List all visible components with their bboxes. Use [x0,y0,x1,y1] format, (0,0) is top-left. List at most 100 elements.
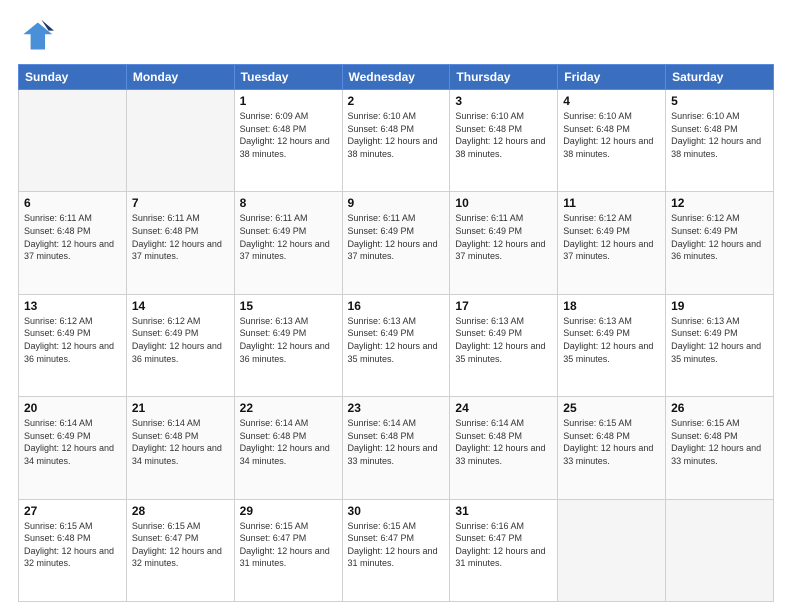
header-cell-sunday: Sunday [19,65,127,90]
day-cell: 21 Sunrise: 6:14 AM Sunset: 6:48 PM Dayli… [126,397,234,499]
day-number: 13 [24,299,121,313]
day-info: Sunrise: 6:15 AM Sunset: 6:48 PM Dayligh… [563,417,660,467]
day-number: 4 [563,94,660,108]
day-cell: 4 Sunrise: 6:10 AM Sunset: 6:48 PM Daylig… [558,90,666,192]
day-info: Sunrise: 6:12 AM Sunset: 6:49 PM Dayligh… [24,315,121,365]
day-cell: 16Sunrise: 6:13 AM Sunset: 6:49 PM Dayli… [342,294,450,396]
day-info: Sunrise: 6:10 AM Sunset: 6:48 PM Dayligh… [563,110,660,160]
day-info: Sunrise: 6:14 AM Sunset: 6:49 PM Dayligh… [24,417,121,467]
day-info: Sunrise: 6:10 AM Sunset: 6:48 PM Dayligh… [455,110,552,160]
day-cell: 23Sunrise: 6:14 AM Sunset: 6:48 PM Dayli… [342,397,450,499]
day-cell: 13 Sunrise: 6:12 AM Sunset: 6:49 PM Dayli… [19,294,127,396]
day-cell: 31Sunrise: 6:16 AM Sunset: 6:47 PM Dayli… [450,499,558,601]
day-info: Sunrise: 6:14 AM Sunset: 6:48 PM Dayligh… [240,417,337,467]
day-info: Sunrise: 6:14 AM Sunset: 6:48 PM Dayligh… [348,417,445,467]
day-number: 29 [240,504,337,518]
day-number: 19 [671,299,768,313]
day-cell: 18 Sunrise: 6:13 AM Sunset: 6:49 PM Dayli… [558,294,666,396]
day-cell: 7 Sunrise: 6:11 AM Sunset: 6:48 PM Daylig… [126,192,234,294]
day-info: Sunrise: 6:14 AM Sunset: 6:48 PM Dayligh… [132,417,229,467]
day-info: Sunrise: 6:13 AM Sunset: 6:49 PM Dayligh… [240,315,337,365]
day-number: 24 [455,401,552,415]
day-number: 22 [240,401,337,415]
day-number: 14 [132,299,229,313]
calendar-header: SundayMondayTuesdayWednesdayThursdayFrid… [19,65,774,90]
day-info: Sunrise: 6:10 AM Sunset: 6:48 PM Dayligh… [348,110,445,160]
day-info: Sunrise: 6:10 AM Sunset: 6:48 PM Dayligh… [671,110,768,160]
day-cell: 1 Sunrise: 6:09 AM Sunset: 6:48 PM Daylig… [234,90,342,192]
day-number: 12 [671,196,768,210]
day-number: 30 [348,504,445,518]
day-number: 28 [132,504,229,518]
day-cell [666,499,774,601]
day-cell: 9Sunrise: 6:11 AM Sunset: 6:49 PM Daylig… [342,192,450,294]
day-cell: 5 Sunrise: 6:10 AM Sunset: 6:48 PM Daylig… [666,90,774,192]
day-number: 10 [455,196,552,210]
day-number: 18 [563,299,660,313]
day-info: Sunrise: 6:09 AM Sunset: 6:48 PM Dayligh… [240,110,337,160]
day-cell: 25Sunrise: 6:15 AM Sunset: 6:48 PM Dayli… [558,397,666,499]
day-number: 5 [671,94,768,108]
header-cell-wednesday: Wednesday [342,65,450,90]
day-cell: 29 Sunrise: 6:15 AM Sunset: 6:47 PM Dayli… [234,499,342,601]
page: SundayMondayTuesdayWednesdayThursdayFrid… [0,0,792,612]
day-info: Sunrise: 6:14 AM Sunset: 6:48 PM Dayligh… [455,417,552,467]
day-info: Sunrise: 6:11 AM Sunset: 6:48 PM Dayligh… [24,212,121,262]
day-number: 2 [348,94,445,108]
day-info: Sunrise: 6:15 AM Sunset: 6:47 PM Dayligh… [132,520,229,570]
day-info: Sunrise: 6:12 AM Sunset: 6:49 PM Dayligh… [671,212,768,262]
header [18,18,774,54]
day-cell [126,90,234,192]
day-info: Sunrise: 6:11 AM Sunset: 6:48 PM Dayligh… [132,212,229,262]
day-info: Sunrise: 6:13 AM Sunset: 6:49 PM Dayligh… [563,315,660,365]
day-info: Sunrise: 6:13 AM Sunset: 6:49 PM Dayligh… [348,315,445,365]
day-cell: 30 Sunrise: 6:15 AM Sunset: 6:47 PM Dayli… [342,499,450,601]
day-info: Sunrise: 6:15 AM Sunset: 6:47 PM Dayligh… [240,520,337,570]
day-cell: 20 Sunrise: 6:14 AM Sunset: 6:49 PM Dayli… [19,397,127,499]
header-row: SundayMondayTuesdayWednesdayThursdayFrid… [19,65,774,90]
day-cell: 27 Sunrise: 6:15 AM Sunset: 6:48 PM Dayli… [19,499,127,601]
day-number: 7 [132,196,229,210]
day-cell: 15 Sunrise: 6:13 AM Sunset: 6:49 PM Dayli… [234,294,342,396]
day-number: 21 [132,401,229,415]
day-number: 8 [240,196,337,210]
calendar-table: SundayMondayTuesdayWednesdayThursdayFrid… [18,64,774,602]
day-info: Sunrise: 6:13 AM Sunset: 6:49 PM Dayligh… [455,315,552,365]
day-info: Sunrise: 6:11 AM Sunset: 6:49 PM Dayligh… [348,212,445,262]
day-cell: 8 Sunrise: 6:11 AM Sunset: 6:49 PM Daylig… [234,192,342,294]
day-number: 15 [240,299,337,313]
calendar-body: 1 Sunrise: 6:09 AM Sunset: 6:48 PM Daylig… [19,90,774,602]
day-number: 20 [24,401,121,415]
day-cell: 12 Sunrise: 6:12 AM Sunset: 6:49 PM Dayli… [666,192,774,294]
day-number: 11 [563,196,660,210]
day-cell: 26 Sunrise: 6:15 AM Sunset: 6:48 PM Dayli… [666,397,774,499]
day-info: Sunrise: 6:12 AM Sunset: 6:49 PM Dayligh… [132,315,229,365]
day-number: 27 [24,504,121,518]
day-cell: 22 Sunrise: 6:14 AM Sunset: 6:48 PM Dayli… [234,397,342,499]
day-number: 1 [240,94,337,108]
day-info: Sunrise: 6:15 AM Sunset: 6:48 PM Dayligh… [671,417,768,467]
day-number: 31 [455,504,552,518]
day-info: Sunrise: 6:13 AM Sunset: 6:49 PM Dayligh… [671,315,768,365]
logo-icon [18,18,54,54]
day-info: Sunrise: 6:11 AM Sunset: 6:49 PM Dayligh… [240,212,337,262]
day-info: Sunrise: 6:15 AM Sunset: 6:47 PM Dayligh… [348,520,445,570]
week-row-1: 6Sunrise: 6:11 AM Sunset: 6:48 PM Daylig… [19,192,774,294]
day-info: Sunrise: 6:12 AM Sunset: 6:49 PM Dayligh… [563,212,660,262]
day-cell: 14 Sunrise: 6:12 AM Sunset: 6:49 PM Dayli… [126,294,234,396]
day-cell: 6Sunrise: 6:11 AM Sunset: 6:48 PM Daylig… [19,192,127,294]
day-info: Sunrise: 6:15 AM Sunset: 6:48 PM Dayligh… [24,520,121,570]
week-row-2: 13 Sunrise: 6:12 AM Sunset: 6:49 PM Dayli… [19,294,774,396]
day-number: 26 [671,401,768,415]
header-cell-monday: Monday [126,65,234,90]
day-cell: 3Sunrise: 6:10 AM Sunset: 6:48 PM Daylig… [450,90,558,192]
week-row-3: 20 Sunrise: 6:14 AM Sunset: 6:49 PM Dayli… [19,397,774,499]
day-info: Sunrise: 6:11 AM Sunset: 6:49 PM Dayligh… [455,212,552,262]
day-cell: 11 Sunrise: 6:12 AM Sunset: 6:49 PM Dayli… [558,192,666,294]
header-cell-friday: Friday [558,65,666,90]
week-row-0: 1 Sunrise: 6:09 AM Sunset: 6:48 PM Daylig… [19,90,774,192]
day-cell: 10 Sunrise: 6:11 AM Sunset: 6:49 PM Dayli… [450,192,558,294]
header-cell-saturday: Saturday [666,65,774,90]
day-cell: 17Sunrise: 6:13 AM Sunset: 6:49 PM Dayli… [450,294,558,396]
day-cell: 24 Sunrise: 6:14 AM Sunset: 6:48 PM Dayli… [450,397,558,499]
